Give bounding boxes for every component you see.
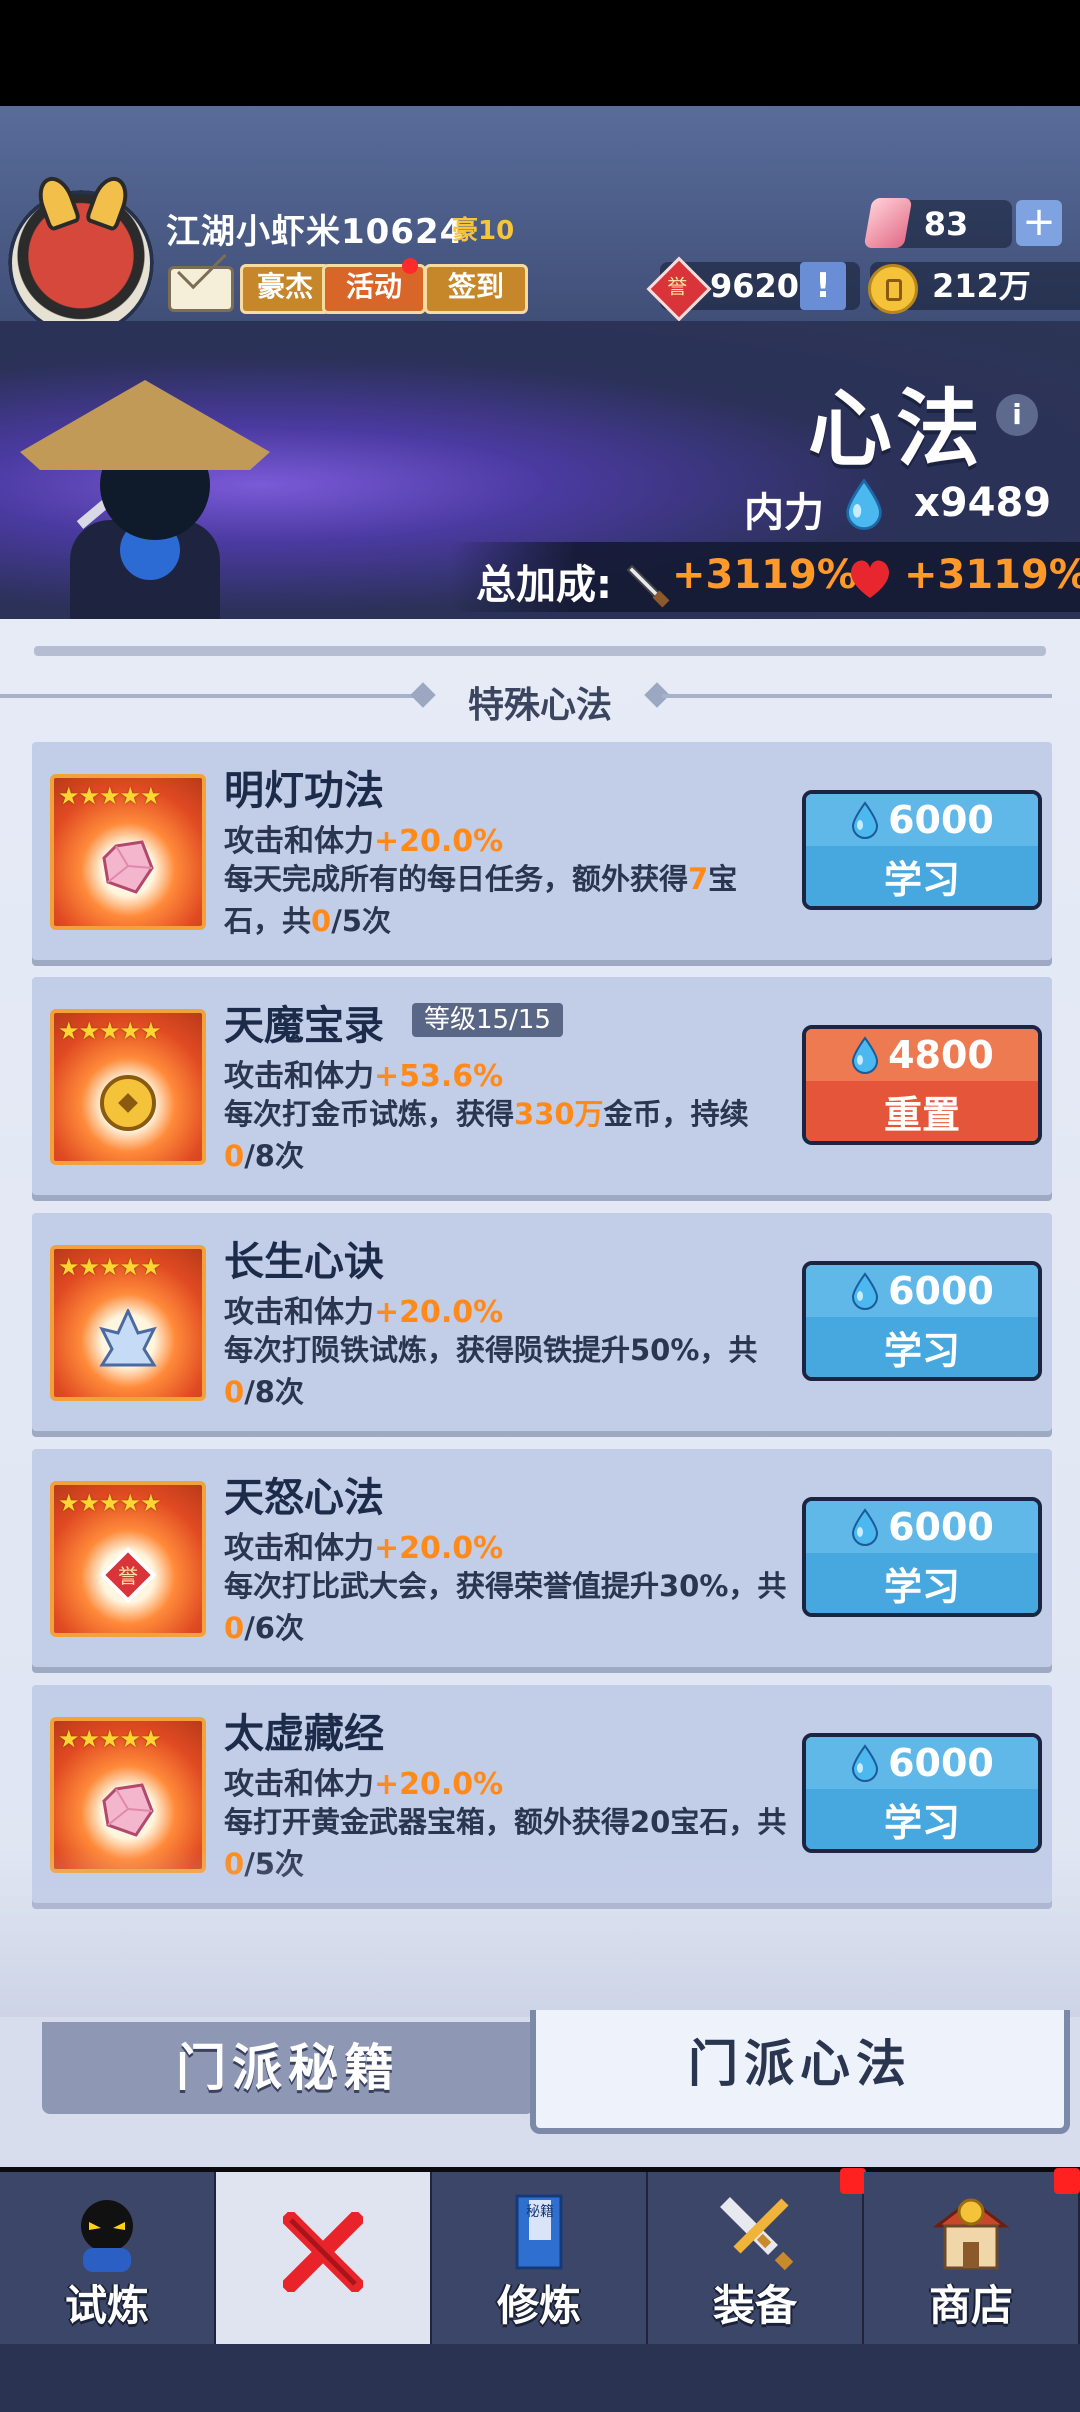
star-rating: ★★★★★ — [58, 1017, 162, 1045]
tab-sect-secrets[interactable]: 门派秘籍 — [42, 2022, 534, 2114]
level-badge: 等级15/15 — [412, 1003, 563, 1037]
xinfa-title: 天怒心法 — [224, 1475, 384, 1521]
section-title: 特殊心法 — [467, 685, 612, 726]
status-bar — [0, 0, 1080, 106]
vip-badge: 豪10 — [452, 216, 515, 246]
water-drop-icon — [852, 1036, 879, 1074]
gem-icon — [98, 1781, 158, 1841]
coin-icon — [868, 264, 918, 314]
divider — [662, 694, 1052, 698]
xinfa-description: 每次打金币试炼，获得330万金币，持续0/8次 — [224, 1097, 749, 1173]
cost-value: 6000 — [888, 1505, 994, 1549]
xinfa-title: 太虚藏经 — [224, 1711, 384, 1757]
nav-label: 装备 — [712, 2281, 797, 2330]
xinfa-emblem[interactable]: ★★★★★ — [50, 1245, 206, 1401]
xinfa-title: 天魔宝录 — [224, 1003, 384, 1049]
action-label: 学习 — [806, 1317, 1038, 1377]
xinfa-title: 明灯功法 — [224, 768, 384, 814]
xinfa-title: 长生心诀 — [224, 1239, 384, 1285]
cost-value: 6000 — [888, 1269, 994, 1313]
neili-label: 内力 — [744, 490, 824, 536]
water-drop-icon — [846, 478, 882, 530]
star-rating: ★★★★★ — [58, 1253, 162, 1281]
total-bonus-label: 总加成: — [476, 562, 612, 608]
xinfa-emblem[interactable]: ★★★★★ — [50, 1009, 206, 1165]
nav-cultivate[interactable]: 秘籍 修炼 — [432, 2172, 650, 2344]
meteorite-icon — [98, 1307, 158, 1369]
xinfa-emblem[interactable]: ★★★★★ 誉 — [50, 1481, 206, 1637]
ninja-icon — [81, 2200, 133, 2272]
xinfa-description: 每次打陨铁试炼，获得陨铁提升50%，共0/8次 — [224, 1333, 758, 1409]
xinfa-effect: 攻击和体力+20.0% — [224, 824, 504, 859]
info-icon[interactable]: i — [996, 394, 1038, 436]
action-label: 重置 — [806, 1081, 1038, 1141]
cloud-decoration — [0, 1850, 1080, 2020]
nav-shop[interactable]: 商店 — [864, 2172, 1080, 2344]
tab-sect-xinfa[interactable]: 门派心法 — [530, 2010, 1070, 2134]
nav-label: 试炼 — [64, 2281, 149, 2330]
cost-value: 6000 — [888, 1741, 994, 1785]
learn-button[interactable]: 6000 学习 — [802, 1497, 1042, 1617]
avatar-ears-icon — [32, 171, 134, 233]
xinfa-description: 每次打比武大会，获得荣誉值提升30%，共0/6次 — [224, 1569, 787, 1645]
gem-icon — [98, 838, 158, 898]
water-drop-icon — [852, 801, 879, 839]
nav-battle[interactable] — [216, 2172, 434, 2344]
water-drop-icon — [852, 1272, 879, 1310]
sword-icon — [720, 2197, 794, 2271]
star-rating: ★★★★★ — [58, 782, 162, 810]
cost-value: 4800 — [888, 1033, 994, 1077]
nav-equipment[interactable]: 装备 — [648, 2172, 866, 2344]
heart-icon — [851, 560, 889, 598]
xinfa-card: ★★★★★ 明灯功法 攻击和体力+20.0% 每天完成所有的每日任务，额外获得7… — [32, 742, 1052, 960]
action-label: 学习 — [806, 846, 1038, 906]
page-title: 心法 — [808, 380, 985, 478]
attack-sword-icon — [626, 564, 670, 608]
crossed-swords-icon — [283, 2212, 363, 2292]
notification-dot — [1054, 2168, 1080, 2194]
xinfa-emblem[interactable]: ★★★★★ — [50, 774, 206, 930]
book-icon: 秘籍 — [515, 2194, 563, 2270]
svg-text:誉: 誉 — [118, 1564, 138, 1588]
signin-button[interactable]: 签到 — [424, 264, 528, 314]
xinfa-effect: 攻击和体力+20.0% — [224, 1295, 504, 1330]
learn-button[interactable]: 6000 学习 — [802, 1733, 1042, 1853]
book-label: 秘籍 — [526, 2203, 554, 2220]
xinfa-card: ★★★★★ 长生心诀 攻击和体力+20.0% 每次打陨铁试炼，获得陨铁提升50%… — [32, 1213, 1052, 1431]
honor-glyph: 誉 — [667, 274, 688, 299]
water-drop-icon — [852, 1744, 879, 1782]
xinfa-card: ★★★★★ 誉 天怒心法 攻击和体力+20.0% 每次打比武大会，获得荣誉值提升… — [32, 1449, 1052, 1667]
learn-button[interactable]: 6000 学习 — [802, 1261, 1042, 1381]
activity-notification-dot — [402, 258, 418, 274]
star-rating: ★★★★★ — [58, 1489, 162, 1517]
water-drop-icon — [852, 1508, 879, 1546]
honor-icon: 誉 — [98, 1545, 158, 1605]
cost-value: 6000 — [888, 798, 994, 842]
hero-button[interactable]: 豪杰 — [240, 264, 330, 314]
nav-label: 商店 — [928, 2281, 1013, 2330]
nav-label: 修炼 — [496, 2281, 581, 2330]
xinfa-effect: 攻击和体力+53.6% — [224, 1059, 504, 1094]
star-rating: ★★★★★ — [58, 1725, 162, 1753]
xinfa-effect: 攻击和体力+20.0% — [224, 1531, 504, 1566]
reset-button[interactable]: 4800 重置 — [802, 1025, 1042, 1145]
xinfa-card: ★★★★★ 天魔宝录 等级15/15 攻击和体力+53.6% 每次打金币试炼，获… — [32, 977, 1052, 1195]
coin-icon — [98, 1073, 158, 1133]
neili-value: x9489 — [914, 480, 1052, 526]
honor-info-button[interactable]: ! — [800, 262, 846, 310]
divider — [34, 646, 1046, 656]
health-bonus-value: +3119% — [904, 552, 1080, 598]
learn-button[interactable]: 6000 学习 — [802, 790, 1042, 910]
attack-bonus-value: +3119% — [672, 552, 857, 598]
action-label: 学习 — [806, 1553, 1038, 1613]
notification-dot — [840, 2168, 866, 2194]
mail-icon[interactable] — [168, 266, 234, 312]
xinfa-effect: 攻击和体力+20.0% — [224, 1767, 504, 1802]
nav-trial[interactable]: 试炼 — [0, 2172, 218, 2344]
shop-icon — [932, 2198, 1010, 2270]
action-label: 学习 — [806, 1789, 1038, 1849]
add-gems-button[interactable]: + — [1016, 200, 1062, 246]
xinfa-description: 每天完成所有的每日任务，额外获得7宝石，共0/5次 — [224, 862, 738, 938]
